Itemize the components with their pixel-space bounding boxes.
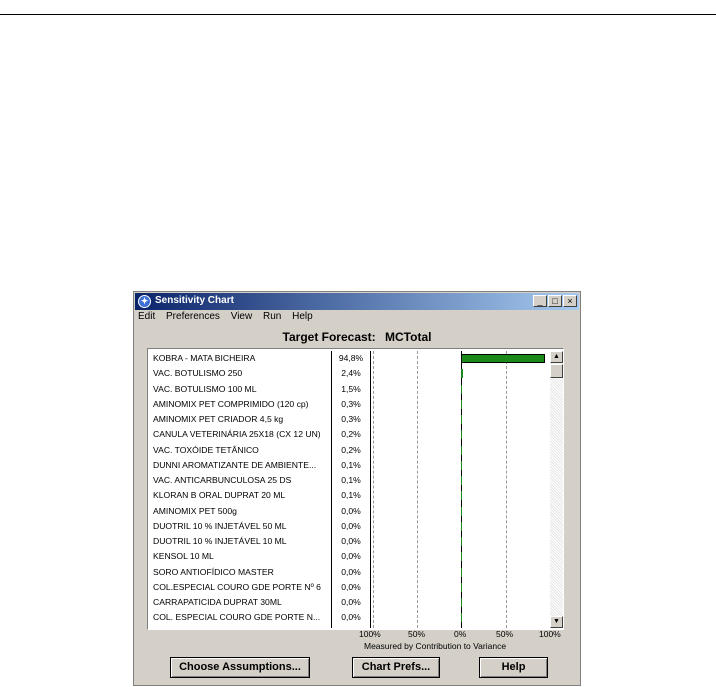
sensitivity-bar: [461, 567, 462, 577]
contribution-percent: 0,1%: [341, 459, 361, 470]
x-axis-title: Measured by Contribution to Variance: [364, 641, 507, 651]
sensitivity-bar: [461, 598, 462, 608]
contribution-percent: 0,2%: [341, 444, 361, 455]
sensitivity-bar: [461, 430, 462, 440]
assumption-name: CARRAPATICIDA DUPRAT 30ML: [153, 597, 282, 607]
sensitivity-bar: [461, 399, 462, 409]
assumption-name: COL.ESPECIAL COURO GDE PORTE Nº 6: [153, 581, 321, 592]
x-tick-label: 100%: [539, 629, 561, 639]
contribution-percent: 0,1%: [341, 475, 361, 485]
sensitivity-bar: [461, 384, 463, 394]
x-tick-label: 50%: [408, 629, 426, 639]
assumption-name: DUNNI AROMATIZANTE DE AMBIENTE...: [153, 459, 317, 470]
contribution-percent: 94,8%: [338, 353, 364, 363]
assumption-name: COL. ESPECIAL COURO GDE PORTE N...: [153, 612, 321, 623]
minimize-button[interactable]: _: [533, 295, 547, 307]
sensitivity-bar: [461, 582, 462, 592]
menu-bar: Edit Preferences View Run Help: [136, 311, 321, 325]
sensitivity-chart-panel: KOBRA - MATA BICHEIRA VAC. BOTULISMO 250 V…: [147, 348, 564, 630]
contribution-percent: 0,0%: [341, 581, 361, 592]
contribution-percent: 0,3%: [341, 414, 361, 424]
maximize-button[interactable]: □: [548, 295, 562, 307]
assumption-name: AMINOMIX PET COMPRIMIDO (120 cp): [153, 398, 309, 409]
assumption-name: DUOTRIL 10 % INJETÁVEL 50 ML: [153, 520, 287, 531]
contribution-percent-column: 94,8% 2,4% 1,5% 0,3% 0,3% 0,2% 0,2% 0,1% 0,1% 0,1…: [332, 351, 371, 628]
assumption-name: SORO ANTIOFÍDICO MASTER: [153, 566, 274, 577]
assumption-name: CANULA VETERINÁRIA 25X18 (CX 12 UN): [153, 429, 321, 440]
choose-assumptions-button[interactable]: Choose Assumptions...: [170, 657, 310, 678]
scroll-thumb[interactable]: [550, 364, 563, 378]
contribution-percent: 0,3%: [341, 398, 361, 409]
assumption-name: VAC. BOTULISMO 100 ML: [153, 383, 257, 394]
assumption-name: VAC. ANTICARBUNCULOSA 25 DS: [153, 475, 292, 485]
sensitivity-bar: [461, 552, 462, 562]
contribution-percent: 0,0%: [341, 612, 361, 623]
sensitivity-chart-window: ✦ Sensitivity Chart _ □ × Edit Preferenc…: [133, 291, 581, 686]
sensitivity-bar: [461, 521, 462, 531]
assumption-name: DUOTRIL 10 % INJETÁVEL 10 ML: [153, 536, 287, 546]
x-tick-label: 50%: [496, 629, 514, 639]
sensitivity-bar: [461, 460, 462, 470]
menu-run[interactable]: Run: [263, 311, 281, 322]
grid-line: [373, 351, 374, 628]
scroll-down-button[interactable]: ▼: [550, 616, 563, 628]
assumption-name: KOBRA - MATA BICHEIRA: [153, 353, 256, 363]
assumption-name: KLORAN B ORAL DUPRAT 20 ML: [153, 490, 286, 501]
contribution-percent: 0,0%: [341, 551, 361, 562]
grid-line: [506, 351, 507, 628]
target-forecast: Target Forecast: MCTotal: [134, 330, 580, 344]
contribution-percent: 0,2%: [341, 429, 361, 440]
help-button[interactable]: Help: [479, 657, 548, 678]
contribution-percent: 0,0%: [341, 566, 361, 577]
assumption-names-column: KOBRA - MATA BICHEIRA VAC. BOTULISMO 250 V…: [150, 351, 332, 628]
vertical-scrollbar[interactable]: ▲ ▼: [550, 351, 563, 628]
title-bar[interactable]: ✦ Sensitivity Chart _ □ ×: [135, 293, 579, 310]
x-tick-label: 100%: [359, 629, 381, 639]
sensitivity-bar: [461, 491, 462, 501]
grid-line: [417, 351, 418, 628]
target-forecast-value: MCTotal: [385, 330, 432, 344]
contribution-percent: 0,1%: [341, 490, 361, 501]
sensitivity-bar: [461, 476, 462, 486]
sensitivity-bar: [461, 506, 462, 516]
contribution-percent: 0,0%: [341, 520, 361, 531]
bar-plot-area: [373, 351, 550, 628]
assumption-name: VAC. TOXÓIDE TETÂNICO: [153, 444, 259, 455]
menu-edit[interactable]: Edit: [138, 311, 155, 322]
contribution-percent: 0,0%: [341, 597, 361, 607]
window-title: Sensitivity Chart: [155, 295, 234, 306]
page-top-rule: [0, 14, 716, 15]
menu-view[interactable]: View: [231, 311, 253, 322]
app-icon: ✦: [138, 295, 151, 308]
sensitivity-bar: [461, 415, 462, 425]
contribution-percent: 2,4%: [341, 368, 361, 379]
contribution-percent: 0,0%: [341, 536, 361, 546]
contribution-percent: 1,5%: [341, 383, 361, 394]
assumption-name: VAC. BOTULISMO 250: [153, 368, 243, 379]
sensitivity-bar: [461, 369, 464, 379]
assumption-name: AMINOMIX PET CRIADOR 4,5 kg: [153, 414, 284, 424]
target-forecast-label: Target Forecast:: [282, 330, 376, 344]
contribution-percent: 0,0%: [341, 505, 361, 516]
x-tick-label: 0%: [454, 629, 467, 639]
sensitivity-bar: [461, 445, 462, 455]
sensitivity-bar: [461, 613, 462, 623]
scroll-up-button[interactable]: ▲: [550, 351, 563, 363]
assumption-name: KENSOL 10 ML: [153, 551, 214, 562]
close-button[interactable]: ×: [563, 295, 577, 307]
sensitivity-bar: [461, 354, 546, 364]
sensitivity-bar: [461, 537, 462, 547]
assumption-name: AMINOMIX PET 500g: [153, 505, 237, 516]
menu-preferences[interactable]: Preferences: [166, 311, 220, 322]
menu-help[interactable]: Help: [292, 311, 313, 322]
chart-prefs-button[interactable]: Chart Prefs...: [352, 657, 440, 678]
